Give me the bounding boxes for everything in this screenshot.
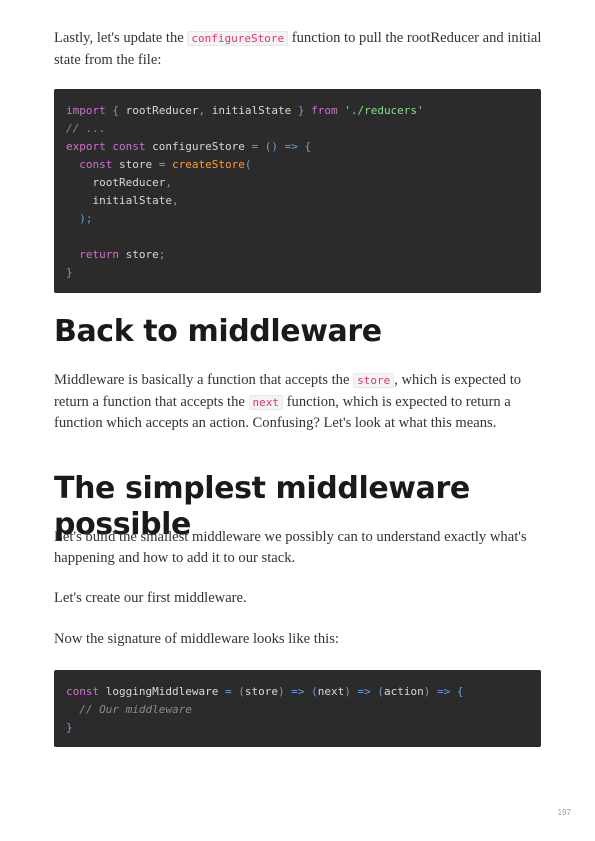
code-token: ( <box>244 158 252 171</box>
code-line: ); <box>66 210 529 228</box>
code-token: => <box>284 140 298 153</box>
paragraph-signature: Now the signature of middleware looks li… <box>54 631 339 647</box>
code-line: // Our middleware <box>66 701 529 719</box>
code-line: return store; <box>66 246 529 264</box>
code-token: const <box>66 685 100 698</box>
code-token: () <box>264 140 278 153</box>
code-token: initialState <box>66 194 172 207</box>
code-token: = <box>224 685 232 698</box>
code-token: initialState <box>205 104 298 117</box>
code-token: // Our middleware <box>79 703 192 716</box>
code-token: , <box>171 194 179 207</box>
paragraph-build-middleware: Let's build the smallest middleware we p… <box>54 529 527 566</box>
code-token: ); <box>79 212 93 225</box>
code-token: { <box>456 685 464 698</box>
code-line: initialState, <box>66 192 529 210</box>
code-line: } <box>66 264 529 282</box>
code-token: => <box>357 685 371 698</box>
code-token: , <box>165 176 172 189</box>
book-page: Lastly, let's update the configureStore … <box>0 0 595 841</box>
intro-text-before: Lastly, let's update the <box>54 30 188 46</box>
paragraph-create-middleware: Let's create our first middleware. <box>54 590 247 606</box>
code-line: } <box>66 719 529 737</box>
code-token: return <box>79 248 119 261</box>
inline-code-next: next <box>248 394 284 410</box>
code-token: ( <box>238 685 245 698</box>
code-token: './reducers' <box>344 104 424 117</box>
heading-back-to-middleware: Back to middleware <box>54 314 382 349</box>
code-token: => <box>291 685 305 698</box>
middleware-paragraph: Middleware is basically a function that … <box>54 370 544 434</box>
code-token: } <box>66 721 73 734</box>
code-token: action <box>383 685 424 698</box>
code-token: export <box>66 140 106 153</box>
code-token: store <box>112 158 159 171</box>
code-block-configure-store: import { rootReducer, initialState } fro… <box>54 89 541 293</box>
code-token: const <box>112 140 146 153</box>
code-line: import { rootReducer, initialState } fro… <box>66 102 529 120</box>
code-token: from <box>311 104 338 117</box>
code-line: const store = createStore( <box>66 156 529 174</box>
code-token: { <box>304 140 312 153</box>
code-token: const <box>79 158 113 171</box>
code-token: configureStore <box>145 140 252 153</box>
code-line: // ... <box>66 120 529 138</box>
code-token: ) <box>344 685 351 698</box>
code-line: rootReducer, <box>66 174 529 192</box>
intro-paragraph: Lastly, let's update the configureStore … <box>54 28 544 70</box>
code-token: ; <box>158 248 166 261</box>
code-token: rootReducer <box>66 176 166 189</box>
page-number: 197 <box>557 808 571 817</box>
code-token: // ... <box>66 122 106 135</box>
code-line: const loggingMiddleware = (store) => (ne… <box>66 683 529 701</box>
code-token: } <box>66 266 73 279</box>
code-token: rootReducer <box>119 104 199 117</box>
code-line: export const configureStore = () => { <box>66 138 529 156</box>
code-token: ( <box>311 685 318 698</box>
inline-code-store: store <box>353 373 395 388</box>
code-token: store <box>244 685 278 698</box>
code-token: createStore <box>171 158 245 171</box>
code-block-logging-middleware: const loggingMiddleware = (store) => (ne… <box>54 670 541 747</box>
inline-code-configurestore: configureStore <box>187 31 289 46</box>
code-token: => <box>436 685 451 698</box>
middleware-text-1: Middleware is basically a function that … <box>54 372 354 388</box>
code-token: loggingMiddleware <box>99 685 225 698</box>
code-token: next <box>317 685 345 698</box>
code-token: ( <box>377 685 384 698</box>
code-token: ) <box>277 685 285 698</box>
code-token: { <box>112 104 119 117</box>
code-token: import <box>66 104 106 117</box>
code-token: store <box>119 248 159 261</box>
